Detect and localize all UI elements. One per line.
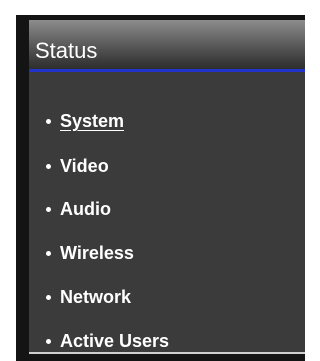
bullet-icon <box>46 163 51 169</box>
nav-item-system[interactable]: System <box>29 107 289 135</box>
nav-link-audio[interactable]: Audio <box>60 198 111 220</box>
nav-item-active-users[interactable]: Active Users <box>29 327 289 355</box>
nav-link-network[interactable]: Network <box>60 286 131 308</box>
status-panel: Status System Video Audio Wireless Netwo… <box>16 15 305 361</box>
nav-item-audio[interactable]: Audio <box>29 195 289 223</box>
status-nav-menu: System Video Audio Wireless Network Acti… <box>29 72 305 352</box>
panel-title: Status <box>35 38 98 63</box>
nav-item-network[interactable]: Network <box>29 283 289 311</box>
nav-link-video[interactable]: Video <box>60 155 109 177</box>
bullet-icon <box>46 118 51 124</box>
bullet-icon <box>46 294 51 300</box>
bullet-icon <box>46 250 51 256</box>
panel-header: Status <box>29 20 305 72</box>
nav-link-active-users[interactable]: Active Users <box>60 330 169 352</box>
nav-item-video[interactable]: Video <box>29 152 289 180</box>
nav-item-wireless[interactable]: Wireless <box>29 239 289 267</box>
nav-link-wireless[interactable]: Wireless <box>60 242 134 264</box>
panel-bottom-border <box>29 352 305 354</box>
nav-link-system[interactable]: System <box>60 110 124 132</box>
bullet-icon <box>46 206 51 212</box>
bullet-icon <box>46 338 51 344</box>
